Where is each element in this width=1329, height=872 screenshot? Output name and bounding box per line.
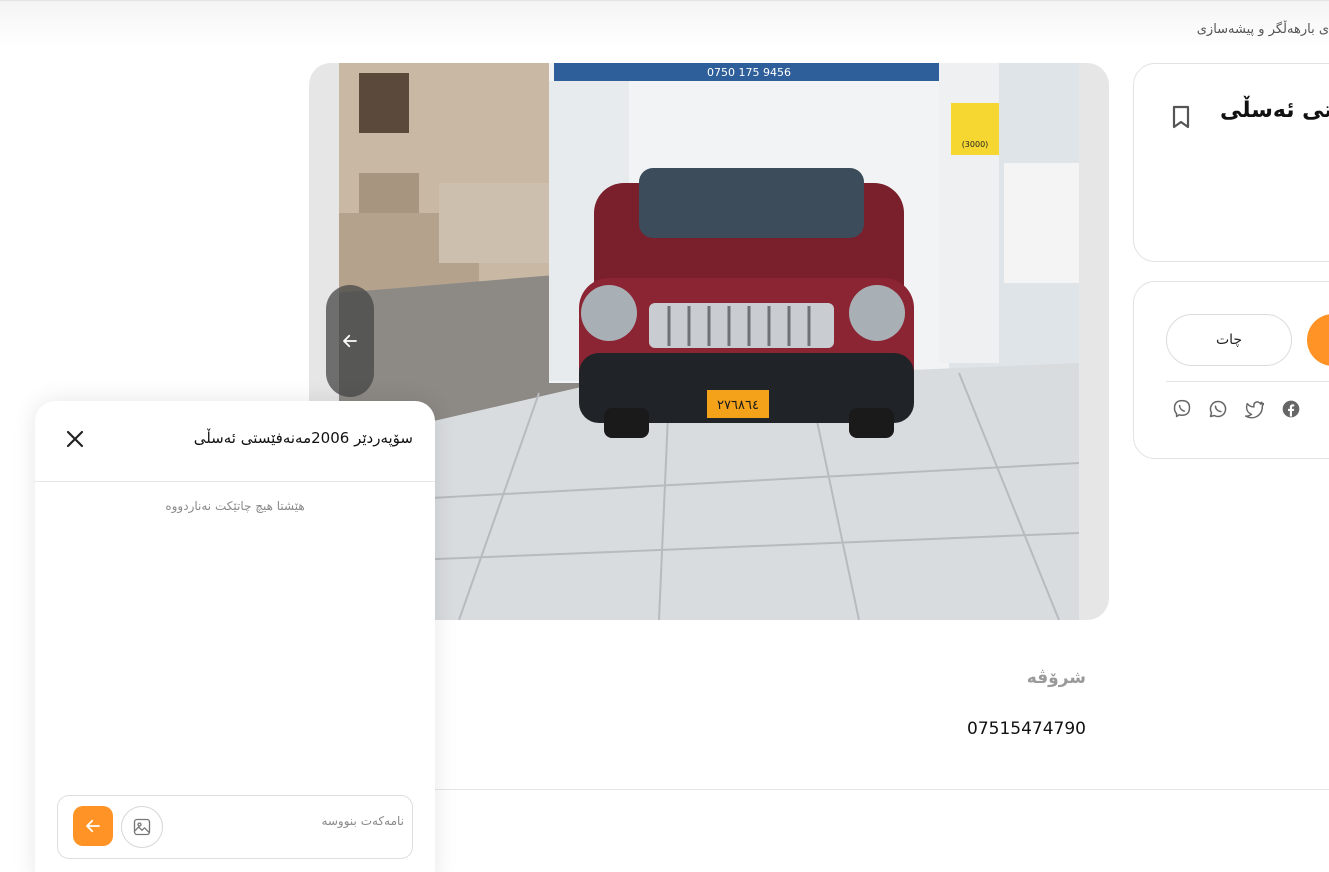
- image-icon: [133, 818, 151, 836]
- chat-header: سۆپەردێر 2006مەنەفێستی ئەسڵی: [35, 401, 435, 482]
- call-button[interactable]: [1307, 314, 1329, 366]
- description-label: شرۆڤە: [1026, 668, 1086, 688]
- chat-button[interactable]: چات: [1166, 314, 1292, 366]
- bookmark-icon[interactable]: [1170, 104, 1192, 130]
- chat-empty-message: هێشتا هیچ چاتێکت نەناردووە: [165, 499, 305, 513]
- whatsapp-icon[interactable]: [1207, 398, 1229, 420]
- chat-panel: سۆپەردێر 2006مەنەفێستی ئەسڵی هێشتا هیچ چ…: [35, 401, 435, 872]
- sign-phone-text: 0750 175 9456: [707, 66, 791, 79]
- listing-title: ستی ئەسڵی: [1220, 98, 1329, 123]
- viber-icon[interactable]: [1171, 398, 1193, 420]
- attach-image-button[interactable]: [121, 806, 163, 848]
- facebook-icon[interactable]: [1280, 398, 1302, 420]
- arrow-left-icon: [86, 819, 100, 833]
- top-bar: [0, 0, 1329, 48]
- card-divider: [1166, 381, 1329, 382]
- plate-text: ٢٧٦٨٦٤: [717, 398, 759, 413]
- twitter-icon[interactable]: [1243, 398, 1265, 420]
- listing-title-card: ستی ئەسڵی: [1133, 63, 1329, 262]
- message-input[interactable]: [168, 806, 404, 836]
- contact-card: چات: [1133, 281, 1329, 459]
- send-button[interactable]: [73, 806, 113, 846]
- section-divider: [435, 789, 1329, 790]
- close-icon[interactable]: [63, 427, 87, 451]
- breadcrumb[interactable]: ی بارهەڵگر و پیشەسازی: [1197, 22, 1329, 37]
- gallery-prev-button[interactable]: [326, 285, 374, 397]
- message-composer: [57, 795, 413, 859]
- price-sign-text: (3000): [962, 140, 989, 149]
- description-value: 07515474790: [967, 719, 1086, 739]
- chat-title: سۆپەردێر 2006مەنەفێستی ئەسڵی: [193, 429, 413, 447]
- listing-photo[interactable]: 0750 175 9456 (3000) ٢٧٦٨٦٤: [339, 63, 1079, 620]
- arrow-left-icon: [343, 334, 357, 348]
